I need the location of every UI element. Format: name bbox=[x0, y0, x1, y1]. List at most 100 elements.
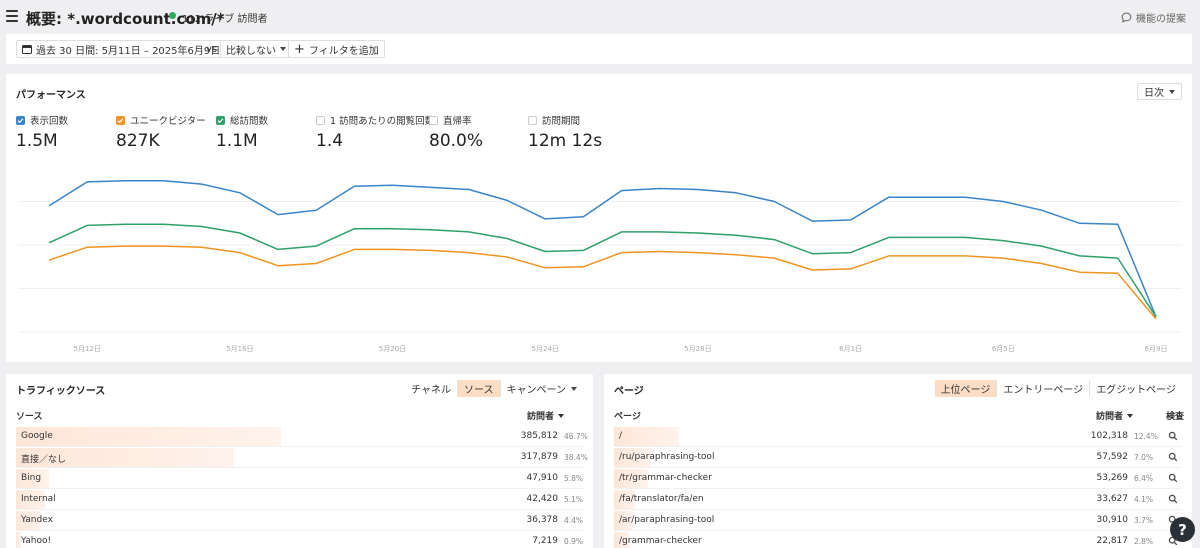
add-filter-label: フィルタを追加 bbox=[308, 45, 379, 57]
row-percent: 46.7% bbox=[564, 432, 588, 441]
row-name: / bbox=[619, 431, 623, 441]
x-tick-label: 6月1日 bbox=[839, 345, 862, 353]
calendar-icon bbox=[22, 45, 32, 54]
table-row[interactable]: /ru/paraphrasing-tool 57,592 7.0% bbox=[614, 447, 1182, 468]
row-percent: 5.8% bbox=[564, 474, 584, 483]
pages-col-inspect: 検査 bbox=[1166, 409, 1184, 422]
live-indicator-icon bbox=[169, 12, 176, 19]
row-value: 7,219 bbox=[532, 536, 558, 546]
col-visitors-label: 訪問者 bbox=[527, 412, 555, 422]
table-row[interactable]: /tr/grammar-checker 53,269 6.4% bbox=[614, 468, 1182, 489]
table-row[interactable]: Internal 42,420 5.1% bbox=[16, 489, 583, 510]
row-name: /ru/paraphrasing-tool bbox=[619, 452, 715, 462]
row-value: 36,378 bbox=[526, 515, 559, 525]
live-visitors-text[interactable]: 112 ライブ 訪問者 bbox=[182, 10, 267, 25]
top-bar: 概要: *.wordcount.com/* 112 ライブ 訪問者 機能の提案 bbox=[0, 0, 1200, 33]
table-row[interactable]: /fa/translator/fa/en 33,627 4.1% bbox=[614, 489, 1182, 510]
x-tick-label: 5月16日 bbox=[226, 345, 253, 353]
row-value: 102,318 bbox=[1090, 431, 1128, 441]
row-percent: 4.4% bbox=[564, 516, 584, 525]
row-value: 22,817 bbox=[1096, 536, 1129, 546]
inspect-magnifier-icon[interactable] bbox=[1168, 494, 1178, 504]
table-row[interactable]: Bing 47,910 5.8% bbox=[16, 468, 583, 489]
date-range-label: 過去 30 日間: 5月11日 – 2025年6月9日 bbox=[36, 45, 221, 57]
col-page-label: ページ bbox=[614, 412, 641, 422]
help-button[interactable]: ? bbox=[1170, 517, 1195, 542]
traffic-title: トラフィックソース bbox=[16, 386, 106, 397]
pages-tabs: 上位ページ エントリーページ エグジットページ bbox=[934, 380, 1182, 397]
row-value: 33,627 bbox=[1096, 494, 1129, 504]
x-tick-label: 5月24日 bbox=[532, 345, 559, 353]
row-name: Google bbox=[21, 431, 53, 441]
vs-label: vs bbox=[206, 44, 218, 55]
row-percent: 6.4% bbox=[1134, 474, 1154, 483]
pages-rows: / 102,318 12.4% /ru/paraphrasing-tool 57,592… bbox=[614, 426, 1182, 548]
row-name: /ar/paraphrasing-tool bbox=[619, 515, 715, 525]
table-row[interactable]: /ar/paraphrasing-tool 30,910 3.7% bbox=[614, 510, 1182, 531]
date-range-button[interactable]: 過去 30 日間: 5月11日 – 2025年6月9日 bbox=[16, 40, 237, 58]
row-name: Bing bbox=[21, 473, 42, 483]
sort-down-icon bbox=[558, 413, 565, 418]
menu-icon[interactable] bbox=[6, 10, 18, 22]
chevron-down-icon bbox=[571, 386, 577, 391]
pages-col-page: ページ bbox=[614, 409, 641, 422]
compare-label: 比較しない bbox=[226, 45, 276, 57]
series-line bbox=[48, 245, 1157, 320]
table-row[interactable]: 直接／なし 317,879 38.4% bbox=[16, 447, 588, 468]
feedback-button[interactable]: 機能の提案 bbox=[1121, 10, 1186, 25]
tab[interactable]: キャンペーン bbox=[501, 380, 584, 397]
tab[interactable]: チャネル bbox=[405, 380, 458, 397]
performance-chart: 5月12日 5月16日 5月20日 5月24日 5月28日 6月1日 6月5日 6月9日 bbox=[18, 180, 1182, 353]
row-name: /tr/grammar-checker bbox=[619, 473, 712, 483]
table-row[interactable]: /grammar-checker 22,817 2.8% bbox=[614, 531, 1182, 548]
traffic-col-visitors[interactable]: 訪問者 bbox=[527, 409, 565, 422]
pages-panel: ページ 上位ページ エントリーページ エグジットページ ページ 訪問者 検査 / 10… bbox=[604, 374, 1192, 548]
table-row[interactable]: / 102,318 12.4% bbox=[614, 426, 1182, 447]
row-value: 47,910 bbox=[526, 473, 559, 483]
x-tick-label: 5月20日 bbox=[379, 345, 406, 353]
chat-bubble-icon bbox=[1121, 12, 1132, 23]
add-filter-button[interactable]: + フィルタを追加 bbox=[288, 40, 385, 58]
traffic-col-source: ソース bbox=[16, 409, 43, 422]
table-row[interactable]: Google 385,812 46.7% bbox=[16, 426, 588, 447]
row-name: Yandex bbox=[21, 515, 53, 525]
feedback-label: 機能の提案 bbox=[1136, 14, 1186, 25]
x-tick-label: 6月5日 bbox=[992, 345, 1015, 353]
col-visitors-label: 訪問者 bbox=[1096, 412, 1124, 422]
tab[interactable]: エグジットページ bbox=[1090, 380, 1182, 397]
series-line bbox=[48, 223, 1157, 318]
row-name: 直接／なし bbox=[21, 455, 67, 465]
row-percent: 5.1% bbox=[564, 495, 584, 504]
row-percent: 3.7% bbox=[1134, 516, 1154, 525]
x-tick-label: 5月12日 bbox=[73, 345, 100, 353]
share-bar bbox=[614, 427, 679, 446]
row-value: 385,812 bbox=[520, 431, 558, 441]
traffic-tabs: チャネル ソース キャンペーン bbox=[405, 380, 583, 397]
row-value: 42,420 bbox=[526, 494, 559, 504]
x-tick-label: 5月28日 bbox=[684, 345, 711, 353]
chevron-down-icon bbox=[280, 47, 286, 51]
plus-icon: + bbox=[294, 41, 305, 57]
row-value: 53,269 bbox=[1096, 473, 1129, 483]
row-percent: 4.1% bbox=[1134, 495, 1154, 504]
row-value: 317,879 bbox=[520, 452, 558, 462]
row-percent: 0.9% bbox=[564, 537, 584, 546]
row-percent: 7.0% bbox=[1134, 453, 1154, 462]
pages-title: ページ bbox=[614, 386, 644, 397]
row-name: /grammar-checker bbox=[619, 536, 702, 546]
row-percent: 12.4% bbox=[1134, 432, 1158, 441]
row-value: 30,910 bbox=[1096, 515, 1129, 525]
x-tick-label: 6月9日 bbox=[1145, 345, 1168, 353]
table-row[interactable]: Yandex 36,378 4.4% bbox=[16, 510, 583, 531]
inspect-magnifier-icon[interactable] bbox=[1168, 452, 1178, 462]
tab[interactable]: エントリーページ bbox=[997, 380, 1091, 397]
traffic-rows: Google 385,812 46.7% 直接／なし 317,879 38.4% Bing 4… bbox=[16, 426, 588, 548]
table-row[interactable]: Yahoo! 7,219 0.9% bbox=[16, 531, 583, 548]
inspect-magnifier-icon[interactable] bbox=[1168, 473, 1178, 483]
tab[interactable]: 上位ページ bbox=[934, 380, 998, 397]
inspect-magnifier-icon[interactable] bbox=[1168, 431, 1178, 441]
pages-col-visitors[interactable]: 訪問者 bbox=[1096, 409, 1134, 422]
tab[interactable]: ソース bbox=[458, 380, 501, 397]
compare-button[interactable]: 比較しない bbox=[220, 40, 292, 58]
sort-down-icon bbox=[1127, 413, 1134, 418]
